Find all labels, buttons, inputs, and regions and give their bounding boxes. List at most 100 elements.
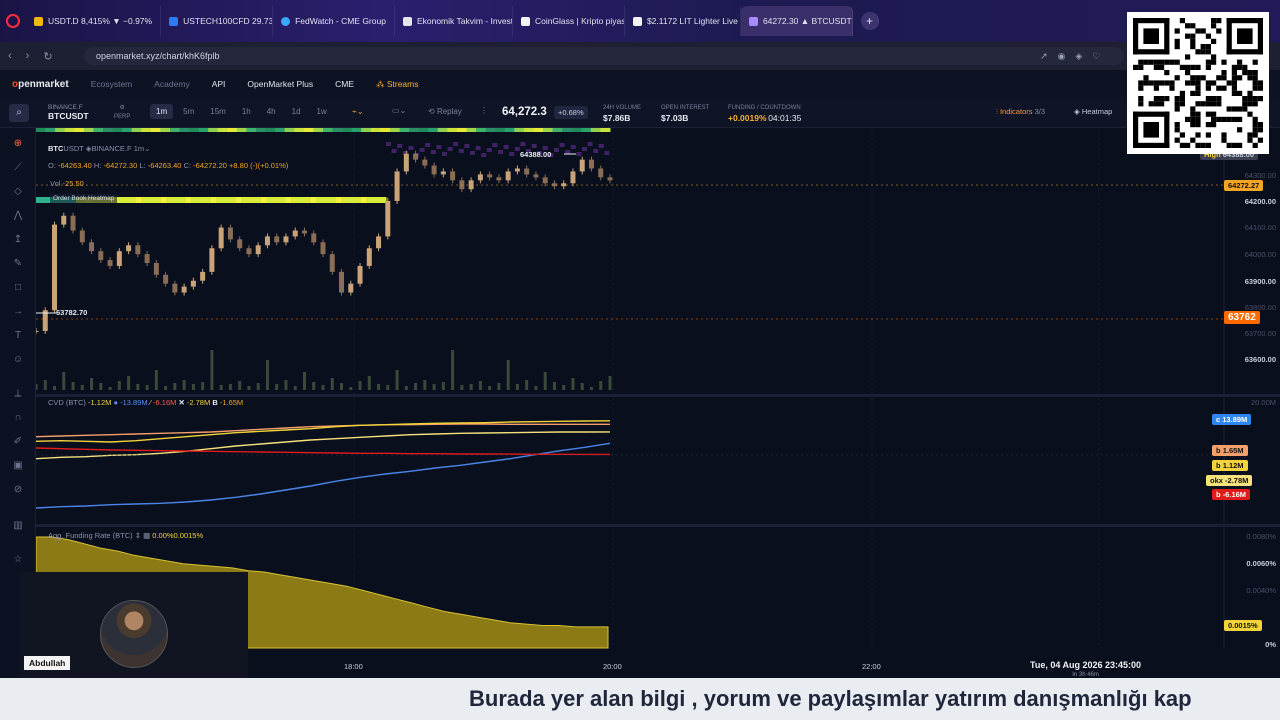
- rectangle-icon[interactable]: □: [9, 278, 27, 296]
- nav-api[interactable]: API: [212, 79, 226, 89]
- lock-icon[interactable]: ▣: [9, 456, 27, 474]
- shield-icon: [632, 16, 642, 26]
- tab-ustech[interactable]: USTECH100CFD 29.731,3: [161, 6, 274, 36]
- qr-module: [1143, 59, 1149, 65]
- pattern-icon[interactable]: ⋀: [9, 206, 27, 224]
- reload-icon[interactable]: ↻: [43, 50, 52, 63]
- tf-15m[interactable]: 15m: [204, 104, 232, 119]
- arrow-right-icon[interactable]: →: [9, 302, 27, 320]
- chart-type-icon[interactable]: ⌁⌄: [352, 107, 364, 116]
- qr-module: [1174, 96, 1180, 102]
- candle-body: [70, 215, 76, 231]
- heatmap-band-cell: [311, 197, 317, 203]
- heatmap-band-cell: [141, 197, 147, 203]
- tab-btcusdt[interactable]: 64272.30 ▲ BTCUSDT: [740, 6, 853, 36]
- nav-streams[interactable]: ⁂ Streams: [376, 79, 419, 90]
- ruler-icon[interactable]: ⟂: [9, 384, 27, 402]
- volume-bar: [525, 380, 529, 390]
- tf-5m[interactable]: 5m: [177, 104, 200, 119]
- heatmap-cell: [453, 142, 459, 146]
- trendline-icon[interactable]: ⟋: [9, 158, 27, 176]
- qr-module: [1169, 59, 1175, 65]
- text-icon[interactable]: T: [9, 326, 27, 344]
- qr-module: [1133, 142, 1170, 148]
- cursor-date-label: Tue, 04 Aug 2026 23:45:00 In 3h 46m: [1030, 660, 1142, 678]
- back-icon[interactable]: ‹: [8, 50, 12, 62]
- coinbase-icon: ●: [113, 398, 118, 407]
- qr-module: [1179, 101, 1185, 107]
- heatmap-cell: [397, 144, 403, 148]
- qr-module: [1205, 101, 1211, 107]
- chevron-up-down-icon[interactable]: ⇕: [135, 531, 143, 540]
- tf-1h[interactable]: 1h: [236, 104, 257, 119]
- share-icon[interactable]: ↗: [1040, 51, 1048, 62]
- forward-icon[interactable]: ›: [26, 50, 30, 62]
- heatmap-band-cell: [271, 197, 277, 203]
- tf-1m[interactable]: 1m: [150, 104, 174, 119]
- qr-module: [1174, 127, 1180, 133]
- symbol-selector[interactable]: BINANCE.F BTCUSDT: [48, 103, 89, 121]
- qr-module: [1174, 59, 1180, 65]
- tf-1w[interactable]: 1w: [311, 104, 333, 119]
- qr-module: [1143, 80, 1149, 86]
- crosshair-icon[interactable]: ⊕: [9, 134, 27, 152]
- camera-icon[interactable]: ◉: [1058, 51, 1066, 62]
- heart-icon[interactable]: ♡: [1092, 51, 1100, 62]
- heatmap-strip-cell: [380, 128, 391, 132]
- nav-openmarket-plus[interactable]: OpenMarket Plus: [247, 79, 313, 89]
- trash-icon[interactable]: ▥: [9, 516, 27, 534]
- heatmap-band-cell: [296, 197, 302, 203]
- shield-icon[interactable]: ◈: [1075, 51, 1082, 62]
- candle-body: [255, 245, 261, 255]
- arrow-up-icon[interactable]: ↥: [9, 230, 27, 248]
- settings-icon[interactable]: ⚙: [114, 104, 130, 113]
- eye-off-icon[interactable]: ⊘: [9, 480, 27, 498]
- y-tick: 63600.00: [1244, 355, 1276, 364]
- panel-divider: [36, 524, 1280, 527]
- opera-icon[interactable]: [6, 14, 20, 28]
- heatmap-band-cell: [316, 197, 322, 203]
- pencil-icon[interactable]: ✐: [9, 432, 27, 450]
- chevron-down-icon[interactable]: ⌄: [144, 144, 150, 153]
- qr-module: [1200, 28, 1206, 34]
- tab-fedwatch[interactable]: FedWatch - CME Group: [273, 6, 395, 36]
- indicators-button[interactable]: ⫶ Indicators 3/3: [996, 107, 1045, 117]
- qr-module: [1195, 111, 1201, 117]
- presenter-name: Abdullah: [24, 656, 71, 670]
- magnet-icon[interactable]: ∩: [9, 408, 27, 426]
- url-input[interactable]: openmarket.xyz/chart/khK6fplb: [84, 47, 1124, 65]
- star-icon[interactable]: ☆: [9, 550, 27, 568]
- search-icon[interactable]: ⌕: [9, 104, 29, 122]
- brush-icon[interactable]: ✎: [9, 254, 27, 272]
- nav-ecosystem[interactable]: Ecosystem: [91, 79, 133, 89]
- chart-toolbar: ⌕ BINANCE.F BTCUSDT ⚙ PERP 1m 5m 15m 1h 4…: [0, 98, 1280, 128]
- more-icon[interactable]: ⋮: [480, 106, 488, 115]
- qr-module: [1237, 59, 1243, 65]
- layout-icon[interactable]: ▭⌄: [392, 106, 406, 115]
- tab-investing[interactable]: Ekonomik Takvim - Investi: [395, 6, 513, 36]
- qr-module: [1205, 85, 1211, 91]
- tf-1d[interactable]: 1d: [286, 104, 307, 119]
- heatmap-strip-cell: [590, 128, 601, 132]
- order-book-heatmap-label[interactable]: Order Book Heatmap: [50, 194, 118, 203]
- grid-icon[interactable]: ▦: [143, 531, 152, 540]
- nav-academy[interactable]: Academy: [154, 79, 189, 89]
- nav-cme[interactable]: CME: [335, 79, 354, 89]
- qr-module: [1174, 122, 1180, 128]
- heatmap-button[interactable]: ◈ Heatmap: [1074, 107, 1112, 116]
- openmarket-logo[interactable]: openmarket: [12, 79, 69, 90]
- replay-button[interactable]: ⟲ Replay: [428, 107, 462, 116]
- emoji-icon[interactable]: ☺: [9, 350, 27, 368]
- tab-coinglass[interactable]: CoinGlass | Kripto piyasa: [513, 6, 625, 36]
- qr-module: [1205, 132, 1211, 138]
- tab-lighter[interactable]: $2.1172 LIT Lighter Live P: [625, 6, 741, 36]
- tf-4h[interactable]: 4h: [261, 104, 282, 119]
- tab-usdt-d[interactable]: USDT.D 8,415% ▼ −0.97%: [26, 6, 162, 36]
- qr-module: [1211, 59, 1217, 65]
- layers-icon[interactable]: ◇: [9, 182, 27, 200]
- heatmap-strip-cell: [246, 128, 257, 132]
- volume-bar: [358, 381, 362, 390]
- qr-module: [1148, 80, 1154, 86]
- volume-bar: [349, 387, 353, 390]
- new-tab-button[interactable]: +: [860, 12, 879, 30]
